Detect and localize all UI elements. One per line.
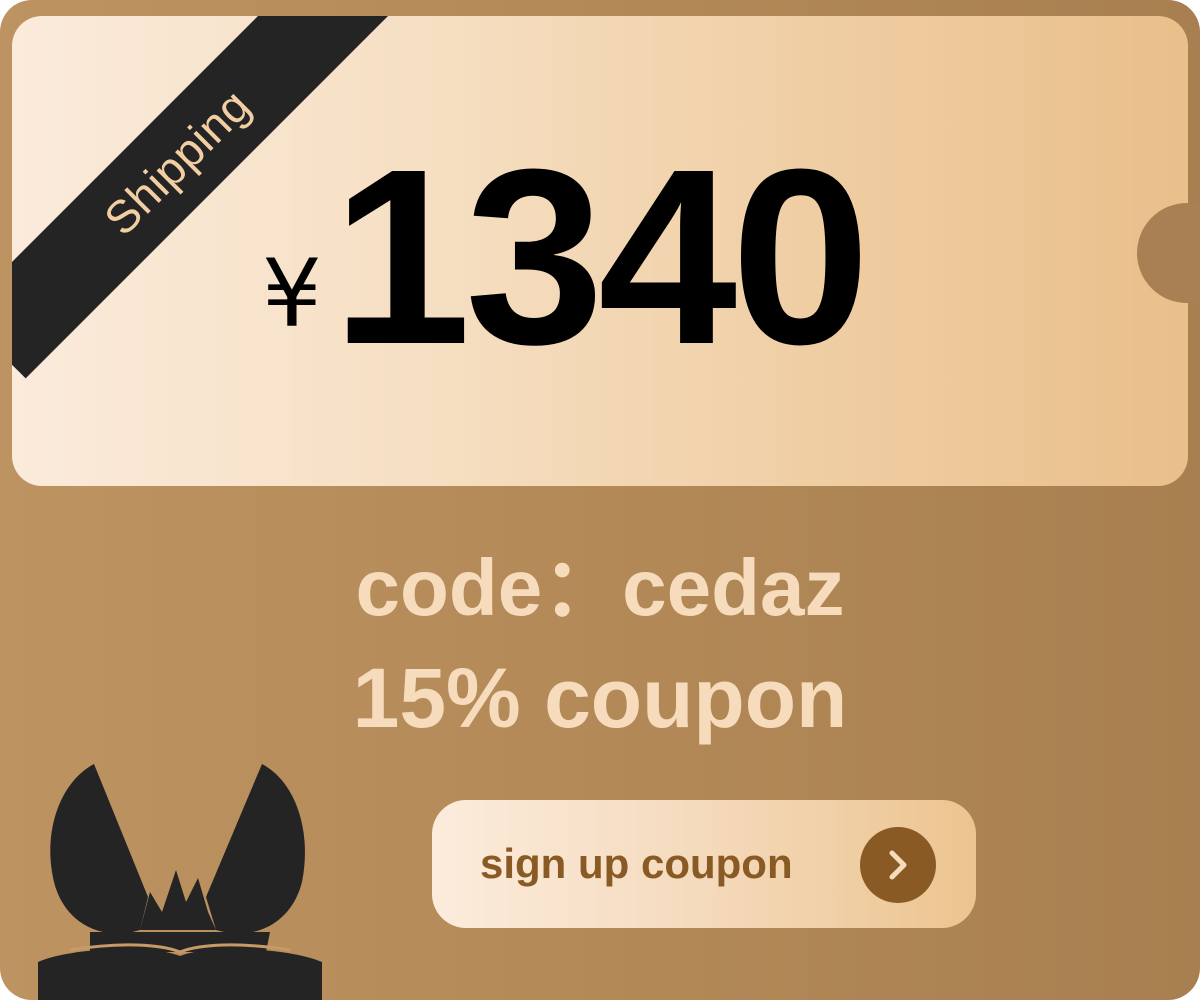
chevron-right-icon xyxy=(860,827,936,903)
currency-symbol: ¥ xyxy=(262,240,322,349)
coupon-card: Shipping ¥ 1340 code：cedaz 15% coupon si… xyxy=(0,0,1200,1000)
mascot-silhouette-icon xyxy=(30,752,330,1000)
sign-up-coupon-button[interactable]: sign up coupon xyxy=(432,800,976,928)
price-amount: 1340 xyxy=(332,117,870,396)
discount-text: 15% coupon xyxy=(352,651,848,745)
coupon-code: code：cedaz xyxy=(355,543,845,632)
button-label: sign up coupon xyxy=(480,840,793,887)
price-display: ¥ 1340 xyxy=(0,0,1200,500)
